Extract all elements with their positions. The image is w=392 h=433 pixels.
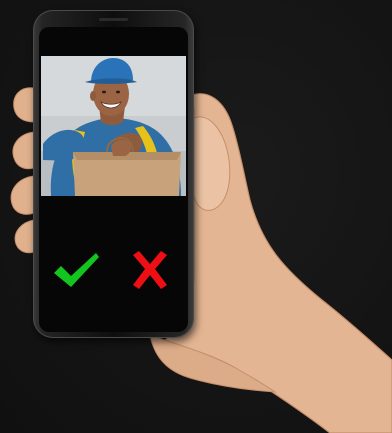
caller-photo xyxy=(41,56,186,196)
smartphone: accept decline xyxy=(33,10,194,338)
x-mark-icon xyxy=(133,251,167,289)
decline-button[interactable]: decline xyxy=(125,247,175,297)
phone-screen: accept decline xyxy=(39,27,188,332)
call-actions: accept decline xyxy=(39,247,188,297)
phone-speaker xyxy=(99,18,128,21)
accept-button[interactable]: accept xyxy=(51,247,101,297)
checkmark-icon xyxy=(54,253,99,287)
